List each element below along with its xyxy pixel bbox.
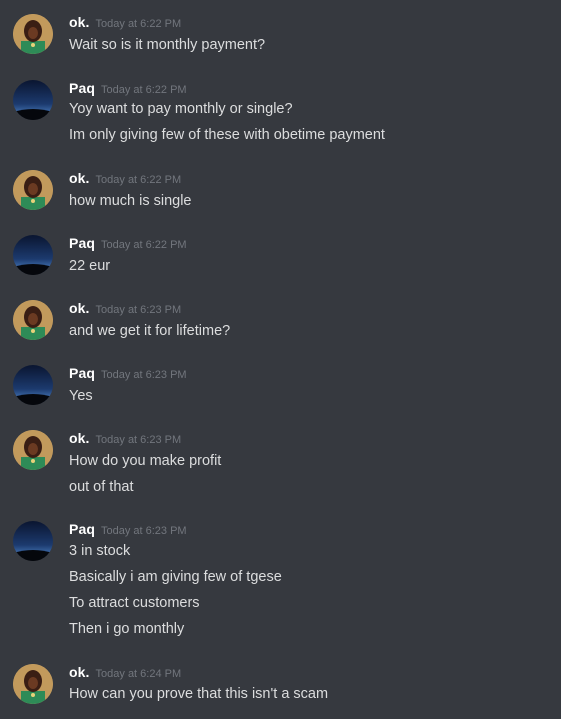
timestamp[interactable]: Today at 6:23 PM	[101, 369, 187, 381]
avatar[interactable]	[13, 80, 53, 120]
timestamp[interactable]: Today at 6:22 PM	[101, 84, 187, 96]
username[interactable]: ok.	[69, 300, 90, 316]
timestamp[interactable]: Today at 6:22 PM	[101, 239, 187, 251]
message-header: ok. Today at 6:24 PM	[69, 664, 181, 680]
message-text: and we get it for lifetime?	[69, 323, 231, 339]
avatar[interactable]	[13, 235, 53, 275]
username[interactable]: Paq	[69, 235, 95, 251]
username[interactable]: ok.	[69, 14, 90, 30]
message-header: ok. Today at 6:22 PM	[69, 170, 181, 186]
message-text: To attract customers	[69, 595, 200, 611]
username[interactable]: Paq	[69, 365, 95, 381]
message-header: Paq Today at 6:22 PM	[69, 235, 187, 251]
message-text: Im only giving few of these with obetime…	[69, 127, 385, 143]
message-header: ok. Today at 6:22 PM	[69, 14, 181, 30]
message-text: Yoy want to pay monthly or single?	[69, 101, 293, 117]
person-avatar-icon	[13, 664, 53, 704]
night-sky-avatar-icon	[13, 521, 53, 561]
avatar[interactable]	[13, 664, 53, 704]
message-text: How do you make profit	[69, 453, 222, 469]
message-header: Paq Today at 6:23 PM	[69, 365, 187, 381]
avatar[interactable]	[13, 430, 53, 470]
message-text: Wait so is it monthly payment?	[69, 37, 266, 53]
timestamp[interactable]: Today at 6:24 PM	[96, 668, 182, 680]
person-avatar-icon	[13, 14, 53, 54]
night-sky-avatar-icon	[13, 235, 53, 275]
username[interactable]: Paq	[69, 521, 95, 537]
avatar[interactable]	[13, 521, 53, 561]
message-header: ok. Today at 6:23 PM	[69, 430, 181, 446]
message-text: Basically i am giving few of tgese	[69, 569, 282, 585]
message-text: how much is single	[69, 193, 192, 209]
timestamp[interactable]: Today at 6:22 PM	[96, 18, 182, 30]
night-sky-avatar-icon	[13, 80, 53, 120]
night-sky-avatar-icon	[13, 365, 53, 405]
username[interactable]: Paq	[69, 80, 95, 96]
avatar[interactable]	[13, 300, 53, 340]
timestamp[interactable]: Today at 6:22 PM	[96, 174, 182, 186]
username[interactable]: ok.	[69, 664, 90, 680]
message-text: How can you prove that this isn't a scam	[69, 686, 329, 702]
username[interactable]: ok.	[69, 430, 90, 446]
message-header: ok. Today at 6:23 PM	[69, 300, 181, 316]
message-text: Then i go monthly	[69, 621, 185, 637]
person-avatar-icon	[13, 170, 53, 210]
message-header: Paq Today at 6:23 PM	[69, 521, 187, 537]
timestamp[interactable]: Today at 6:23 PM	[96, 304, 182, 316]
message-text: out of that	[69, 479, 134, 495]
message-text: Yes	[69, 388, 93, 404]
message-text: 3 in stock	[69, 543, 131, 559]
avatar[interactable]	[13, 170, 53, 210]
username[interactable]: ok.	[69, 170, 90, 186]
timestamp[interactable]: Today at 6:23 PM	[101, 525, 187, 537]
chat-messages: ok. Today at 6:22 PM Wait so is it monthl…	[0, 0, 561, 719]
person-avatar-icon	[13, 300, 53, 340]
avatar[interactable]	[13, 365, 53, 405]
message-text: 22 eur	[69, 258, 111, 274]
message-header: Paq Today at 6:22 PM	[69, 80, 187, 96]
avatar[interactable]	[13, 14, 53, 54]
person-avatar-icon	[13, 430, 53, 470]
timestamp[interactable]: Today at 6:23 PM	[96, 434, 182, 446]
